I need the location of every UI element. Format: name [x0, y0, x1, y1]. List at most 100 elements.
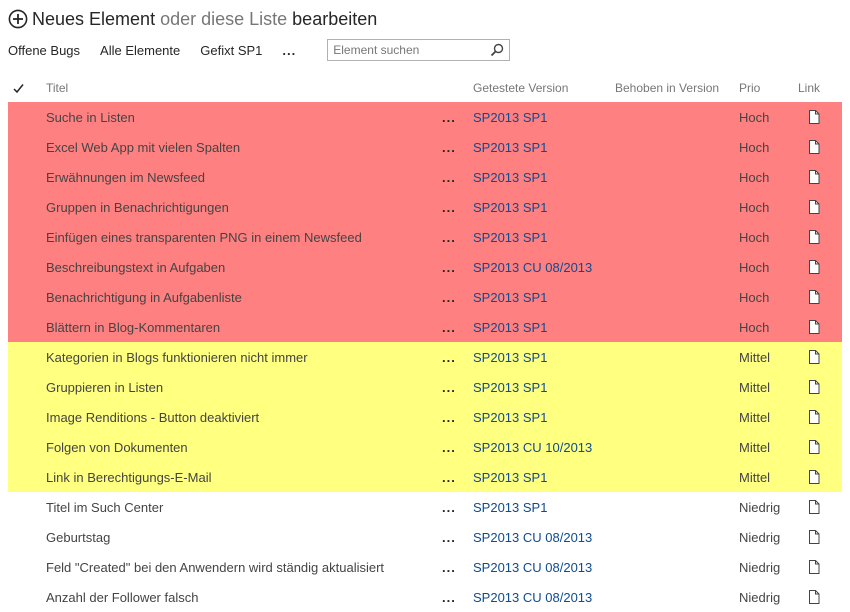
item-title-link[interactable]: Feld "Created" bei den Anwendern wird st… [46, 552, 384, 582]
tested-version-link[interactable]: SP2013 CU 08/2013 [473, 522, 592, 552]
table-row[interactable]: Folgen von Dokumenten... SP2013 CU 10/201… [8, 432, 842, 462]
view-open-bugs[interactable]: Offene Bugs [8, 43, 80, 58]
item-menu-button[interactable]: ... [442, 102, 456, 132]
item-menu-button[interactable]: ... [442, 312, 456, 342]
column-header-link[interactable]: Link [798, 74, 820, 102]
item-title-link[interactable]: Blättern in Blog-Kommentaren [46, 312, 220, 342]
document-icon[interactable] [808, 110, 820, 124]
search-icon[interactable] [490, 43, 504, 57]
item-title-link[interactable]: Image Renditions - Button deaktiviert [46, 402, 259, 432]
item-title-link[interactable]: Excel Web App mit vielen Spalten [46, 132, 240, 162]
item-menu-button[interactable]: ... [442, 582, 456, 612]
search-input[interactable] [333, 41, 484, 59]
plus-circle-icon[interactable] [8, 9, 28, 29]
item-menu-button[interactable]: ... [442, 162, 456, 192]
tested-version-link[interactable]: SP2013 CU 08/2013 [473, 252, 592, 282]
item-title-link[interactable]: Geburtstag [46, 522, 110, 552]
item-title-link[interactable]: Erwähnungen im Newsfeed [46, 162, 205, 192]
item-title-link[interactable]: Suche in Listen [46, 102, 135, 132]
table-row[interactable]: Feld "Created" bei den Anwendern wird st… [8, 552, 842, 582]
table-row[interactable]: Kategorien in Blogs funktionieren nicht … [8, 342, 842, 372]
tested-version-link[interactable]: SP2013 SP1 [473, 372, 547, 402]
item-menu-button[interactable]: ... [442, 402, 456, 432]
item-title-link[interactable]: Link in Berechtigungs-E-Mail [46, 462, 211, 492]
item-menu-button[interactable]: ... [442, 522, 456, 552]
item-title-link[interactable]: Kategorien in Blogs funktionieren nicht … [46, 342, 308, 372]
tested-version-link[interactable]: SP2013 SP1 [473, 462, 547, 492]
more-views-button[interactable]: ... [282, 43, 296, 58]
table-row[interactable]: Geburtstag... SP2013 CU 08/2013 Niedrig [8, 522, 842, 552]
item-title-link[interactable]: Benachrichtigung in Aufgabenliste [46, 282, 242, 312]
view-all-items[interactable]: Alle Elemente [100, 43, 180, 58]
item-menu-button[interactable]: ... [442, 192, 456, 222]
document-icon[interactable] [808, 380, 820, 394]
table-row[interactable]: Benachrichtigung in Aufgabenliste... SP20… [8, 282, 842, 312]
document-icon[interactable] [808, 590, 820, 604]
item-menu-button[interactable]: ... [442, 372, 456, 402]
document-icon[interactable] [808, 470, 820, 484]
checkmark-icon[interactable] [13, 83, 24, 94]
item-menu-button[interactable]: ... [442, 222, 456, 252]
document-icon[interactable] [808, 530, 820, 544]
table-row[interactable]: Image Renditions - Button deaktiviert...… [8, 402, 842, 432]
table-row[interactable]: Titel im Such Center... SP2013 SP1 Niedrig [8, 492, 842, 522]
table-row[interactable]: Blättern in Blog-Kommentaren... SP2013 SP… [8, 312, 842, 342]
item-title-link[interactable]: Titel im Such Center [46, 492, 163, 522]
tested-version-link[interactable]: SP2013 CU 10/2013 [473, 432, 592, 462]
table-row[interactable]: Suche in Listen... SP2013 SP1 Hoch [8, 102, 842, 132]
tested-version-link[interactable]: SP2013 SP1 [473, 132, 547, 162]
item-title-link[interactable]: Anzahl der Follower falsch [46, 582, 198, 612]
item-menu-button[interactable]: ... [442, 552, 456, 582]
tested-version-link[interactable]: SP2013 SP1 [473, 222, 547, 252]
document-icon[interactable] [808, 320, 820, 334]
table-row[interactable]: Anzahl der Follower falsch... SP2013 CU 0… [8, 582, 842, 612]
table-row[interactable]: Link in Berechtigungs-E-Mail... SP2013 SP… [8, 462, 842, 492]
item-menu-button[interactable]: ... [442, 252, 456, 282]
document-icon[interactable] [808, 440, 820, 454]
tested-version-link[interactable]: SP2013 SP1 [473, 102, 547, 132]
table-row[interactable]: Erwähnungen im Newsfeed... SP2013 SP1 Hoch [8, 162, 842, 192]
item-title-link[interactable]: Einfügen eines transparenten PNG in eine… [46, 222, 362, 252]
tested-version-link[interactable]: SP2013 SP1 [473, 492, 547, 522]
item-title-link[interactable]: Gruppieren in Listen [46, 372, 163, 402]
table-row[interactable]: Gruppen in Benachrichtigungen... SP2013 S… [8, 192, 842, 222]
table-row[interactable]: Beschreibungstext in Aufgaben... SP2013 C… [8, 252, 842, 282]
document-icon[interactable] [808, 290, 820, 304]
item-menu-button[interactable]: ... [442, 432, 456, 462]
document-icon[interactable] [808, 140, 820, 154]
item-menu-button[interactable]: ... [442, 282, 456, 312]
document-icon[interactable] [808, 260, 820, 274]
tested-version-link[interactable]: SP2013 SP1 [473, 192, 547, 222]
column-header-fixed-version[interactable]: Behoben in Version [615, 74, 719, 102]
document-icon[interactable] [808, 170, 820, 184]
tested-version-link[interactable]: SP2013 SP1 [473, 162, 547, 192]
column-header-tested-version[interactable]: Getestete Version [473, 74, 568, 102]
new-item-link[interactable]: Neues Element [32, 9, 155, 30]
item-menu-button[interactable]: ... [442, 132, 456, 162]
tested-version-link[interactable]: SP2013 SP1 [473, 282, 547, 312]
this-list-link[interactable]: diese Liste [201, 9, 287, 30]
item-menu-button[interactable]: ... [442, 492, 456, 522]
tested-version-link[interactable]: SP2013 CU 08/2013 [473, 582, 592, 612]
table-row[interactable]: Excel Web App mit vielen Spalten... SP201… [8, 132, 842, 162]
tested-version-link[interactable]: SP2013 SP1 [473, 402, 547, 432]
table-row[interactable]: Einfügen eines transparenten PNG in eine… [8, 222, 842, 252]
item-title-link[interactable]: Beschreibungstext in Aufgaben [46, 252, 225, 282]
document-icon[interactable] [808, 200, 820, 214]
item-menu-button[interactable]: ... [442, 342, 456, 372]
tested-version-link[interactable]: SP2013 CU 08/2013 [473, 552, 592, 582]
document-icon[interactable] [808, 230, 820, 244]
select-all-column[interactable] [13, 74, 27, 102]
table-row[interactable]: Gruppieren in Listen... SP2013 SP1 Mittel [8, 372, 842, 402]
view-fixed-sp1[interactable]: Gefixt SP1 [200, 43, 262, 58]
tested-version-link[interactable]: SP2013 SP1 [473, 312, 547, 342]
edit-list-link[interactable]: bearbeiten [292, 9, 377, 30]
document-icon[interactable] [808, 350, 820, 364]
item-title-link[interactable]: Gruppen in Benachrichtigungen [46, 192, 229, 222]
document-icon[interactable] [808, 560, 820, 574]
item-menu-button[interactable]: ... [442, 462, 456, 492]
document-icon[interactable] [808, 410, 820, 424]
item-title-link[interactable]: Folgen von Dokumenten [46, 432, 188, 462]
document-icon[interactable] [808, 500, 820, 514]
tested-version-link[interactable]: SP2013 SP1 [473, 342, 547, 372]
